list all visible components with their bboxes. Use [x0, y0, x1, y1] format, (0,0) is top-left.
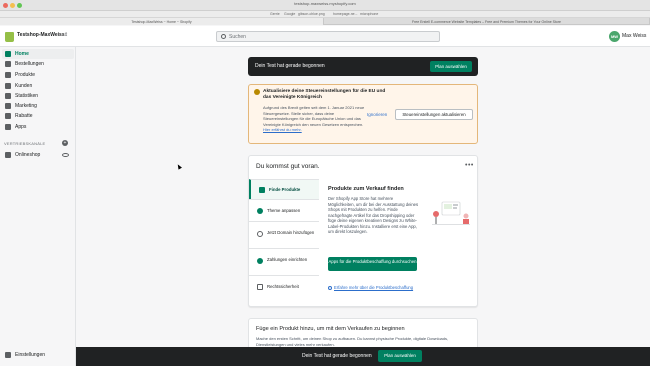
browser-tabs: Testshop-MaxWeiss ~ Home ~ Shopify Free … [0, 18, 650, 25]
tag-icon [259, 187, 265, 193]
trial-bottom-text: Dein Test hat gerade begonnen [302, 353, 372, 359]
user-name[interactable]: Max Weiss [622, 33, 646, 39]
browser-tab[interactable]: Free Erstell E-commerce Website Template… [324, 18, 650, 25]
apps-icon [5, 124, 11, 130]
avatar[interactable]: MW [609, 31, 620, 42]
content-body: Der Shopify App Store hat mehrere Möglic… [328, 196, 419, 234]
bookmark[interactable]: gibson-chloe.png [298, 12, 325, 16]
step-add-domain[interactable]: Jetzt Domain hinzufügen [249, 221, 319, 248]
sidebar-item-analytics[interactable]: Statistiken [2, 91, 74, 101]
select-plan-button[interactable]: Plan auswählen [430, 61, 472, 72]
sidebar-item-label: Bestellungen [15, 61, 44, 67]
sales-channels-heading: VERTRIEBSKANÄLE [4, 141, 46, 146]
warning-icon [254, 89, 260, 95]
notice-title: Aktualisiere deine Steuereinstellungen f… [263, 89, 386, 100]
step-label: Jetzt Domain hinzufügen [267, 230, 315, 235]
sidebar-item-customers[interactable]: Kunden [2, 81, 74, 91]
store-name[interactable]: Testshop-MaxWeiss [17, 32, 65, 38]
browser-tab[interactable]: Testshop-MaxWeiss ~ Home ~ Shopify [0, 18, 324, 25]
learn-more-sourcing-link[interactable]: Erfahre mehr über die Produktbeschaffung [334, 285, 414, 291]
sidebar-item-products[interactable]: Produkte [2, 70, 74, 80]
sidebar-item-label: Apps [15, 124, 27, 130]
bookmark[interactable]: microphone [360, 12, 378, 16]
search-input[interactable]: Suchen [216, 31, 440, 42]
discount-icon [5, 113, 11, 119]
search-placeholder: Suchen [229, 34, 246, 40]
setup-guide-card: Du kommst gut voran. ••• Finde Produkte … [248, 155, 478, 307]
sidebar-item-orders[interactable]: Bestellungen [2, 59, 74, 69]
marketing-icon [5, 103, 11, 109]
more-options-icon[interactable]: ••• [465, 162, 474, 169]
sidebar-item-home[interactable]: Home [2, 49, 74, 59]
step-label: Rechtssicherheit [267, 284, 299, 289]
bookmark[interactable]: homepage-ne... [333, 12, 358, 16]
notice-body-text: Aufgrund des Brexit gelten seit dem 1. J… [263, 105, 365, 127]
sidebar-item-label: Rabatte [15, 113, 33, 119]
gear-icon [5, 352, 11, 358]
learn-more-link[interactable]: Hier erfährst du mehr. [263, 127, 302, 132]
add-channel-icon[interactable]: + [62, 140, 68, 146]
customer-icon [5, 83, 11, 89]
step-label: Theme anpassen [267, 208, 301, 213]
select-plan-bottom-button[interactable]: Plan auswählen [378, 350, 422, 362]
url-text[interactable]: testshop-maxweiss.myshopify.com [0, 1, 650, 6]
view-store-eye-icon[interactable] [62, 153, 69, 157]
sidebar-item-label: Marketing [15, 103, 37, 109]
home-icon [5, 51, 11, 57]
add-product-body: Mache den ersten Schritt, um deinen Shop… [256, 336, 449, 347]
sidebar: Home Bestellungen Produkte Kunden Statis… [0, 47, 76, 366]
trial-banner-text: Dein Test hat gerade begonnen [255, 63, 325, 69]
info-icon [328, 286, 332, 290]
analytics-icon [5, 93, 11, 99]
globe-icon [257, 231, 263, 237]
sidebar-item-label: Home [15, 51, 29, 57]
bookmark[interactable]: Google [284, 12, 295, 16]
search-icon [221, 34, 226, 39]
ignore-button[interactable]: Ignorieren [367, 112, 387, 117]
mouse-cursor-icon [176, 163, 182, 170]
trial-bottom-bar: Dein Test hat gerade begonnen Plan auswä… [76, 347, 650, 366]
sidebar-item-marketing[interactable]: Marketing [2, 101, 74, 111]
step-customize-theme[interactable]: Theme anpassen [249, 199, 319, 221]
check-circle-icon [257, 208, 263, 214]
orders-icon [5, 61, 11, 67]
step-legal[interactable]: Rechtssicherheit [249, 275, 319, 297]
trial-banner: Dein Test hat gerade begonnen Plan auswä… [248, 57, 478, 76]
notice-body: Aufgrund des Brexit gelten seit dem 1. J… [263, 105, 369, 133]
sidebar-item-label: Kunden [15, 83, 33, 89]
screen: testshop-maxweiss.myshopify.com Gerrie G… [0, 0, 650, 366]
content-title: Produkte zum Verkauf finden [328, 186, 404, 192]
sidebar-item-label: Produkte [15, 72, 36, 78]
store-icon [5, 152, 11, 158]
browse-sourcing-apps-button[interactable]: Apps für die Produktbeschaffung durchsuc… [328, 257, 417, 271]
store-switcher-icon[interactable]: ⇕ [64, 32, 68, 38]
bookmark[interactable]: Gerrie [270, 12, 280, 16]
sidebar-item-label: Einstellungen [15, 352, 46, 358]
step-label: Zahlungen einrichten [267, 257, 308, 262]
bookmarks-bar: Gerrie Google gibson-chloe.png homepage-… [0, 11, 650, 18]
product-illustration-icon [432, 201, 470, 225]
tax-notice: Aktualisiere deine Steuereinstellungen f… [248, 84, 478, 144]
check-circle-icon [257, 258, 263, 264]
sidebar-item-label: Onlineshop [15, 152, 41, 158]
update-tax-settings-button[interactable]: Steuereinstellungen aktualisieren [395, 109, 473, 120]
document-icon [257, 284, 263, 290]
sidebar-item-settings[interactable]: Einstellungen [2, 350, 74, 360]
tag-icon [5, 72, 11, 78]
card-title: Du kommst gut voran. [256, 163, 320, 170]
browser-address-bar[interactable]: testshop-maxweiss.myshopify.com [0, 0, 650, 11]
shopify-logo-icon [5, 32, 14, 42]
step-find-products[interactable]: Finde Produkte [249, 179, 319, 199]
add-product-title: Füge ein Produkt hinzu, um mit dem Verka… [256, 326, 405, 332]
step-setup-payments[interactable]: Zahlungen einrichten [249, 248, 319, 275]
sidebar-item-label: Statistiken [15, 93, 39, 99]
sidebar-item-discounts[interactable]: Rabatte [2, 111, 74, 121]
sidebar-item-apps[interactable]: Apps [2, 122, 74, 132]
step-label: Finde Produkte [269, 187, 301, 192]
